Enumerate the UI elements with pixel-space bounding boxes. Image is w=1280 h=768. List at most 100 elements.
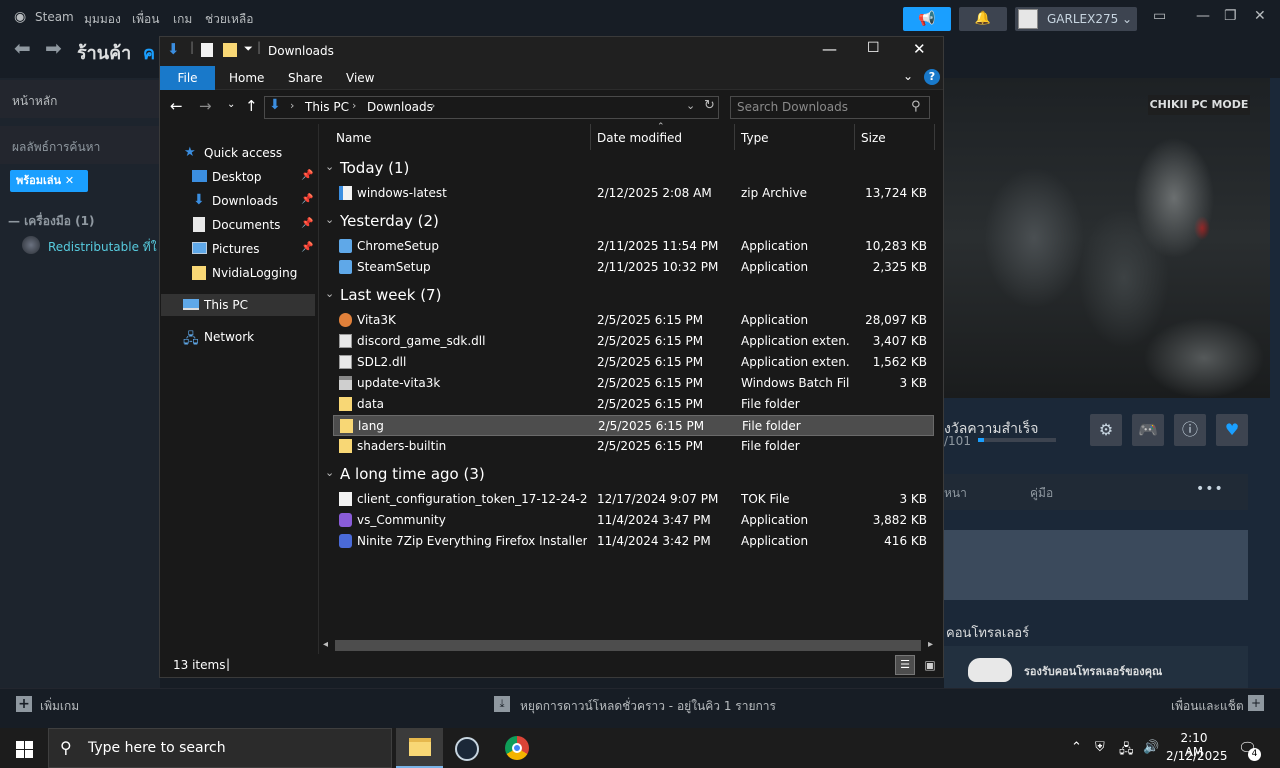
announcement-button[interactable]: 📢 (903, 7, 951, 31)
back-arrow-icon[interactable]: ← (170, 97, 183, 115)
properties-icon[interactable] (201, 43, 213, 57)
close-icon[interactable]: ✕ (913, 40, 926, 58)
nav-item-pictures[interactable]: Pictures (212, 242, 260, 256)
ribbon-expand-icon[interactable]: ⌄ (903, 69, 913, 83)
minimize-icon[interactable]: — (1196, 8, 1210, 24)
group-collapse-icon[interactable]: ⌄ (325, 160, 334, 173)
file-row[interactable]: Ninite 7Zip Everything Firefox Installer… (333, 531, 934, 552)
refresh-icon[interactable]: ↻ (704, 98, 715, 113)
file-row[interactable]: discord_game_sdk.dll 2/5/2025 6:15 PM Appl… (333, 331, 934, 352)
steam-logo-icon[interactable]: ◉ (14, 9, 26, 25)
game-info-button[interactable]: ⓘ (1174, 414, 1206, 446)
up-arrow-icon[interactable]: ↑ (245, 97, 258, 115)
add-game-button[interactable]: เพิ่มเกม (40, 697, 79, 716)
column-divider[interactable] (734, 124, 735, 150)
file-row[interactable]: windows-latest 2/12/2025 2:08 AM zip Archi… (333, 183, 934, 204)
more-options-icon[interactable]: ••• (1196, 481, 1224, 497)
tray-overflow-icon[interactable]: ⌃ (1071, 740, 1082, 755)
controller-button[interactable]: 🎮 (1132, 414, 1164, 446)
file-row-selected[interactable]: lang 2/5/2025 6:15 PM File folder (333, 415, 934, 436)
chevron-right-icon[interactable]: › (352, 99, 356, 112)
nav-item-nvidialogging[interactable]: NvidiaLogging (212, 266, 297, 280)
nav-this-pc[interactable]: This PC (204, 298, 248, 312)
maximize-icon[interactable]: ☐ (867, 40, 880, 56)
group-header[interactable]: A long time ago (3) (340, 465, 485, 483)
nav-library[interactable]: ค (143, 38, 155, 67)
big-picture-icon[interactable]: ▭ (1153, 8, 1166, 24)
nav-item-downloads[interactable]: Downloads (212, 194, 278, 208)
scroll-left-icon[interactable]: ◂ (323, 639, 328, 650)
start-button[interactable] (0, 728, 48, 768)
group-collapse-icon[interactable]: ⌄ (325, 466, 334, 479)
file-row[interactable]: Vita3K 2/5/2025 6:15 PM Application 28,097 … (333, 310, 934, 331)
clock-date[interactable]: 2/12/2025 (1166, 749, 1228, 763)
tab-view[interactable]: View (346, 71, 374, 85)
breadcrumb-downloads[interactable]: Downloads (367, 100, 433, 114)
nav-item-documents[interactable]: Documents (212, 218, 280, 232)
steam-menu-friends[interactable]: เพื่อน (132, 10, 159, 29)
breadcrumb-this-pc[interactable]: This PC (305, 100, 349, 114)
tab-guides[interactable]: คู่มือ (1030, 484, 1053, 503)
back-arrow-icon[interactable]: ⬅ (14, 36, 31, 60)
steam-menu-help[interactable]: ช่วยเหลือ (205, 10, 254, 29)
tab-share[interactable]: Share (288, 71, 323, 85)
details-view-icon[interactable]: ☰ (895, 655, 915, 675)
maximize-icon[interactable]: ❐ (1224, 8, 1237, 24)
file-row[interactable]: shaders-builtin 2/5/2025 6:15 PM File fold… (333, 436, 934, 457)
group-header[interactable]: Yesterday (2) (340, 212, 439, 230)
scroll-right-icon[interactable]: ▸ (928, 639, 933, 650)
nav-item-desktop[interactable]: Desktop (212, 170, 262, 184)
taskbar-steam-icon[interactable] (455, 737, 479, 761)
user-menu-button[interactable]: GARLEX275 ⌄ (1015, 7, 1137, 31)
search-input[interactable]: Search Downloads ⚲ (730, 96, 930, 119)
steam-menu-view[interactable]: มุมมอง (84, 10, 121, 29)
file-row[interactable]: SDL2.dll 2/5/2025 6:15 PM Application exte… (333, 352, 934, 373)
file-row[interactable]: ChromeSetup 2/11/2025 11:54 PM Application… (333, 236, 934, 257)
column-size[interactable]: Size (861, 131, 886, 145)
nav-quick-access[interactable]: Quick access (204, 146, 282, 160)
tab-store-page[interactable]: หนา (944, 484, 967, 503)
ready-filter-chip[interactable]: พร้อมเล่น ✕ (10, 170, 88, 192)
chevron-right-icon[interactable]: › (290, 99, 294, 112)
column-divider[interactable] (854, 124, 855, 150)
security-icon[interactable]: ⛨ (1095, 740, 1105, 755)
group-collapse-icon[interactable]: ⌄ (325, 213, 334, 226)
quick-access-dropdown-icon[interactable]: ⏷ (244, 42, 253, 56)
nav-store[interactable]: ร้านค้า (77, 38, 131, 67)
tools-collapse-header[interactable]: — เครื่องมือ (1) (8, 212, 94, 231)
column-date-modified[interactable]: Date modified (597, 131, 682, 145)
recent-locations-icon[interactable]: ⌄ (227, 99, 235, 110)
group-header[interactable]: Last week (7) (340, 286, 441, 304)
horizontal-scrollbar-thumb[interactable] (335, 640, 921, 651)
file-row[interactable]: update-vita3k 2/5/2025 6:15 PM Windows Bat… (333, 373, 934, 394)
plus-icon[interactable]: + (16, 696, 32, 712)
download-icon[interactable]: ⤓ (494, 696, 510, 712)
address-dropdown-icon[interactable]: ⌄ (686, 99, 695, 112)
notifications-button[interactable]: 🔔 (959, 7, 1007, 31)
column-divider[interactable] (590, 124, 591, 150)
minimize-icon[interactable]: — (822, 40, 837, 58)
tab-home[interactable]: Home (229, 71, 264, 85)
help-icon[interactable]: ? (924, 69, 940, 85)
chevron-right-icon[interactable]: › (431, 99, 435, 112)
large-icons-view-icon[interactable]: ▣ (920, 655, 940, 675)
volume-icon[interactable]: 🔊 (1143, 740, 1159, 755)
file-row[interactable]: data 2/5/2025 6:15 PM File folder (333, 394, 934, 415)
forward-arrow-icon[interactable]: ➡ (45, 36, 62, 60)
file-row[interactable]: client_configuration_token_17-12-24-21-.… (333, 489, 934, 510)
tab-file[interactable]: File (160, 66, 215, 90)
steam-menu-steam[interactable]: Steam (35, 10, 74, 24)
forward-arrow-icon[interactable]: → (199, 97, 212, 115)
steam-menu-games[interactable]: เกม (173, 10, 192, 29)
friends-icon[interactable]: + (1248, 695, 1264, 711)
column-name[interactable]: Name (336, 131, 371, 145)
download-status[interactable]: หยุดการดาวน์โหลดชั่วคราว - อยู่ในคิว 1 ร… (520, 697, 776, 716)
file-row[interactable]: vs_Community 11/4/2024 3:47 PM Application… (333, 510, 934, 531)
network-tray-icon[interactable]: 🖧 (1119, 740, 1134, 762)
close-icon[interactable]: ✕ (1254, 8, 1266, 24)
new-folder-icon[interactable] (223, 43, 237, 57)
column-type[interactable]: Type (741, 131, 769, 145)
game-settings-button[interactable]: ⚙ (1090, 414, 1122, 446)
sidebar-item-redistributable[interactable]: Redistributable ที่ใ (48, 238, 160, 257)
file-row[interactable]: SteamSetup 2/11/2025 10:32 PM Application 2… (333, 257, 934, 278)
